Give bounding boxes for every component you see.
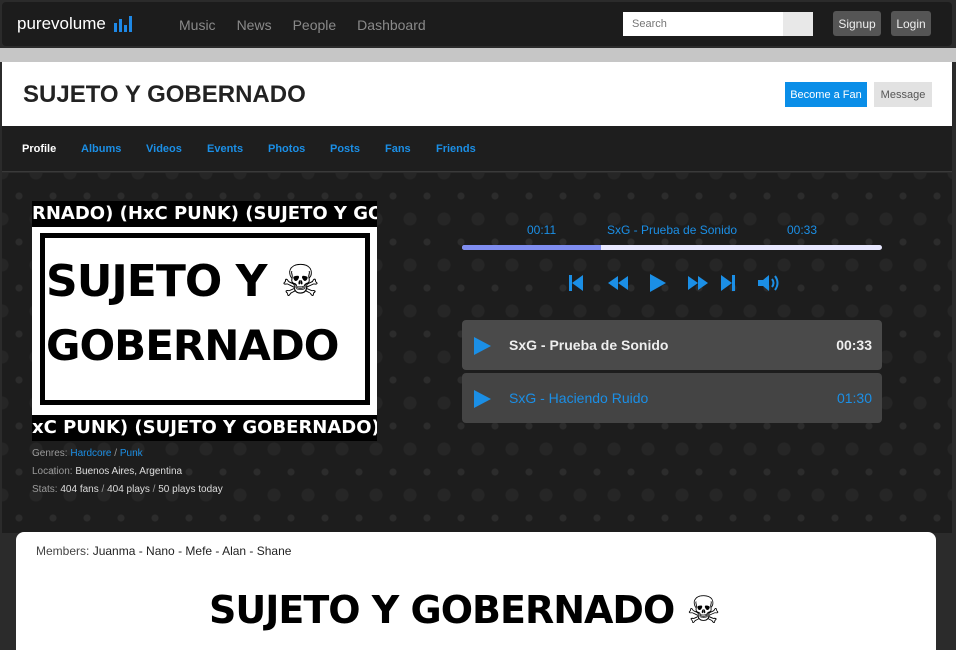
genre-link-hardcore[interactable]: Hardcore [70, 448, 111, 459]
cover-text-top: RNADO) (HxC PUNK) (SUJETO Y GOBE [32, 203, 377, 224]
site-logo[interactable]: purevolume [17, 14, 132, 34]
cover-text-bottom: xC PUNK) (SUJETO Y GOBERNADO) (Hx [32, 417, 377, 438]
members-label: Members: [36, 544, 90, 558]
skip-start-icon[interactable] [567, 273, 585, 293]
signup-button[interactable]: Signup [833, 11, 881, 36]
genres-label: Genres: [32, 448, 68, 459]
members-names: Juanma - Nano - Mefe - Alan - Shane [92, 544, 292, 558]
band-logo-text: SUJETO Y GOBERNADO ☠ [209, 588, 721, 632]
divider-strip [0, 48, 956, 62]
genre-separator: / [114, 448, 118, 459]
members-line: Members: Juanma - Nano - Mefe - Alan - S… [36, 544, 291, 558]
track-title[interactable]: SxG - Haciendo Ruido [509, 390, 648, 406]
message-button[interactable]: Message [874, 82, 932, 107]
stat-separator: / [152, 484, 156, 495]
tab-videos[interactable]: Videos [146, 143, 182, 155]
band-cover-image: RNADO) (HxC PUNK) (SUJETO Y GOBE SUJETO … [32, 201, 377, 441]
tab-albums[interactable]: Albums [81, 143, 121, 155]
rewind-icon[interactable] [606, 273, 630, 293]
search-input[interactable] [623, 12, 783, 36]
nav-link-news[interactable]: News [237, 17, 272, 33]
skip-end-icon[interactable] [719, 273, 737, 293]
main-nav: Music News People Dashboard [179, 17, 426, 33]
logo-text: purevolume [17, 14, 106, 33]
stat-fans: 404 fans [60, 484, 99, 495]
location-value: Buenos Aires, Argentina [75, 466, 183, 477]
bars-icon [113, 16, 132, 32]
progress-fill [462, 245, 601, 250]
cover-line-1: SUJETO Y ☠ [46, 256, 320, 307]
cover-panel: SUJETO Y ☠ GOBERNADO [32, 227, 377, 415]
top-navbar: purevolume Music News People Dashboard S… [2, 2, 952, 46]
track-length: 00:33 [836, 337, 872, 353]
tab-posts[interactable]: Posts [330, 143, 360, 155]
nav-link-music[interactable]: Music [179, 17, 216, 33]
tab-fans[interactable]: Fans [385, 143, 411, 155]
track-length: 01:30 [836, 390, 872, 406]
track-play-icon[interactable] [472, 336, 492, 356]
progress-bar[interactable] [462, 245, 882, 250]
nav-link-people[interactable]: People [293, 17, 337, 33]
stat-separator: / [101, 484, 105, 495]
track-duration: 00:33 [787, 223, 818, 237]
play-icon[interactable] [647, 273, 667, 293]
stat-plays-today: 50 plays today [158, 484, 223, 495]
tab-photos[interactable]: Photos [268, 143, 305, 155]
become-fan-button[interactable]: Become a Fan [785, 82, 867, 107]
stat-plays: 404 plays [107, 484, 150, 495]
track-play-icon[interactable] [472, 389, 492, 409]
now-playing-title: SxG - Prueba de Sonido [607, 223, 738, 237]
members-panel: Members: Juanma - Nano - Mefe - Alan - S… [16, 532, 936, 650]
location-line: Location: Buenos Aires, Argentina [32, 466, 182, 477]
profile-header: SUJETO Y GOBERNADO Become a Fan Message [2, 62, 952, 126]
tab-events[interactable]: Events [207, 143, 243, 155]
nav-link-dashboard[interactable]: Dashboard [357, 17, 426, 33]
genres-line: Genres: Hardcore / Punk [32, 448, 143, 459]
stats-line: Stats: 404 fans / 404 plays / 50 plays t… [32, 484, 223, 495]
search-button[interactable] [783, 12, 813, 36]
track-row[interactable]: SxG - Haciendo Ruido 01:30 [462, 373, 882, 423]
volume-icon[interactable] [756, 273, 782, 293]
cover-line-2: GOBERNADO [46, 321, 339, 370]
location-label: Location: [32, 466, 73, 477]
track-title[interactable]: SxG - Prueba de Sonido [509, 337, 668, 353]
fast-forward-icon[interactable] [686, 273, 710, 293]
genre-link-punk[interactable]: Punk [120, 448, 143, 459]
stats-label: Stats: [32, 484, 58, 495]
elapsed-time: 00:11 [527, 223, 557, 237]
profile-tabs: Profile Albums Videos Events Photos Post… [2, 126, 952, 172]
profile-content: RNADO) (HxC PUNK) (SUJETO Y GOBE SUJETO … [2, 173, 952, 533]
login-button[interactable]: Login [891, 11, 931, 36]
tab-friends[interactable]: Friends [436, 143, 476, 155]
track-row[interactable]: SxG - Prueba de Sonido 00:33 [462, 320, 882, 370]
page-title: SUJETO Y GOBERNADO [23, 81, 306, 108]
tab-profile[interactable]: Profile [22, 143, 56, 155]
